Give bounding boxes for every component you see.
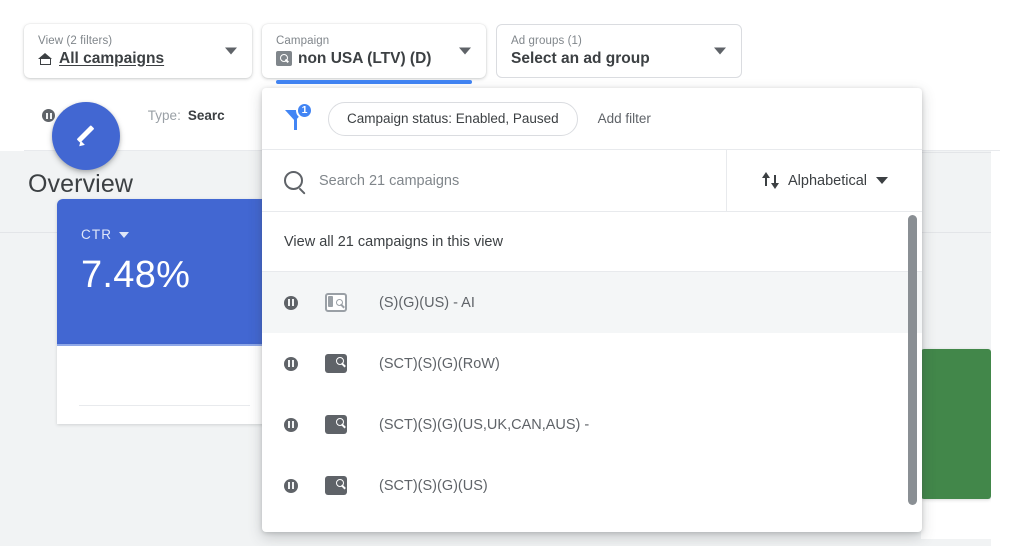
metric-card-value: 7.48% xyxy=(81,254,191,296)
app-root: View (2 filters) All campaigns Campaign … xyxy=(0,0,1024,546)
view-selector-value-row: All campaigns xyxy=(38,49,208,69)
ad-groups-selector-chevron-down-icon[interactable] xyxy=(714,47,726,55)
metric-card-ctr[interactable]: CTR 7.48% xyxy=(57,199,272,344)
view-selector[interactable]: View (2 filters) All campaigns xyxy=(24,24,252,78)
list-item[interactable]: (SCT)(S)(G)(US) xyxy=(262,455,922,516)
metric-card-green[interactable] xyxy=(921,349,991,499)
search-icon xyxy=(284,171,303,190)
dropdown-search-field[interactable] xyxy=(262,150,727,211)
ad-groups-selector[interactable]: Ad groups (1) Select an ad group xyxy=(496,24,742,78)
campaign-type-info: Type: Searc xyxy=(148,108,225,123)
campaign-type-prefix: Type: xyxy=(147,108,181,123)
campaign-selector-active-underline xyxy=(276,80,472,84)
dropdown-search-bar: Alphabetical xyxy=(262,150,922,212)
metric-card-footer-divider xyxy=(79,405,250,406)
view-all-campaigns-label: View all 21 campaigns in this view xyxy=(284,233,503,250)
right-panel-base xyxy=(921,499,991,539)
campaign-list: (S)(G)(US) - AI (SCT)(S)(G)(RoW) (SCT)(S… xyxy=(262,272,922,516)
pause-circle-icon xyxy=(42,109,55,122)
pause-circle-icon xyxy=(284,356,298,371)
view-selector-chevron-down-icon[interactable] xyxy=(225,47,237,55)
campaign-selector-chevron-down-icon[interactable] xyxy=(459,47,471,55)
right-panel-divider-top xyxy=(921,152,991,153)
right-panel-divider-mid xyxy=(921,232,991,233)
pause-circle-icon xyxy=(284,417,298,432)
list-item-label: (SCT)(S)(G)(US,UK,CAN,AUS) - xyxy=(379,416,590,433)
campaign-search-icon xyxy=(276,51,292,66)
dropdown-scrollbar-thumb[interactable] xyxy=(908,215,917,505)
edit-fab-button[interactable] xyxy=(52,102,120,170)
campaign-selector-value-row: non USA (LTV) (D) xyxy=(276,49,442,69)
metric-card-label-row[interactable]: CTR xyxy=(81,227,272,242)
search-campaign-icon xyxy=(325,415,347,434)
campaign-selector[interactable]: Campaign non USA (LTV) (D) xyxy=(262,24,486,84)
metric-card-label: CTR xyxy=(81,227,113,242)
campaign-selector-label: Campaign xyxy=(276,34,330,47)
display-search-icon xyxy=(325,293,347,312)
filter-chip-label: Campaign status: Enabled, Paused xyxy=(347,111,559,126)
view-selector-label: View (2 filters) xyxy=(38,34,113,47)
search-campaign-icon xyxy=(325,476,347,495)
filter-funnel-stem xyxy=(293,118,297,130)
pause-circle-icon xyxy=(284,295,298,310)
sort-arrows-icon xyxy=(761,171,779,190)
search-campaign-icon xyxy=(325,354,347,373)
view-selector-value: All campaigns xyxy=(59,49,165,67)
list-item[interactable]: (S)(G)(US) - AI xyxy=(262,272,922,333)
home-icon xyxy=(38,52,53,66)
ad-groups-selector-value: Select an ad group xyxy=(511,49,650,67)
filter-icon-button[interactable]: 1 xyxy=(282,101,313,134)
sort-selector[interactable]: Alphabetical xyxy=(727,150,922,211)
campaign-type-value: Searc xyxy=(187,108,225,123)
ad-groups-selector-label: Ad groups (1) xyxy=(511,34,582,47)
selector-bar: View (2 filters) All campaigns Campaign … xyxy=(24,24,742,84)
page-title: Overview xyxy=(28,170,133,198)
add-filter-button[interactable]: Add filter xyxy=(598,111,651,126)
list-item-label: (SCT)(S)(G)(RoW) xyxy=(379,355,500,372)
filter-count-badge: 1 xyxy=(296,101,313,119)
dropdown-scrollbar[interactable] xyxy=(908,215,917,510)
search-input[interactable] xyxy=(319,172,704,189)
sort-chevron-down-icon[interactable] xyxy=(876,177,888,184)
sort-selector-label: Alphabetical xyxy=(788,172,867,189)
list-item[interactable]: (SCT)(S)(G)(US,UK,CAN,AUS) - xyxy=(262,394,922,455)
list-item[interactable]: (SCT)(S)(G)(RoW) xyxy=(262,333,922,394)
right-margin xyxy=(991,151,1024,546)
metric-card-footer xyxy=(57,344,272,424)
pencil-icon xyxy=(71,121,101,151)
list-item-label: (S)(G)(US) - AI xyxy=(379,294,475,311)
pause-circle-icon xyxy=(284,478,298,493)
list-item-label: (SCT)(S)(G)(US) xyxy=(379,477,488,494)
filter-chip-campaign-status[interactable]: Campaign status: Enabled, Paused xyxy=(328,101,578,136)
campaign-dropdown-panel: 1 Campaign status: Enabled, Paused Add f… xyxy=(262,88,922,532)
metric-chevron-down-icon[interactable] xyxy=(119,231,130,238)
view-all-campaigns-row[interactable]: View all 21 campaigns in this view xyxy=(262,212,922,272)
dropdown-filter-bar: 1 Campaign status: Enabled, Paused Add f… xyxy=(262,88,922,150)
campaign-selector-value: non USA (LTV) (D) xyxy=(298,49,432,67)
